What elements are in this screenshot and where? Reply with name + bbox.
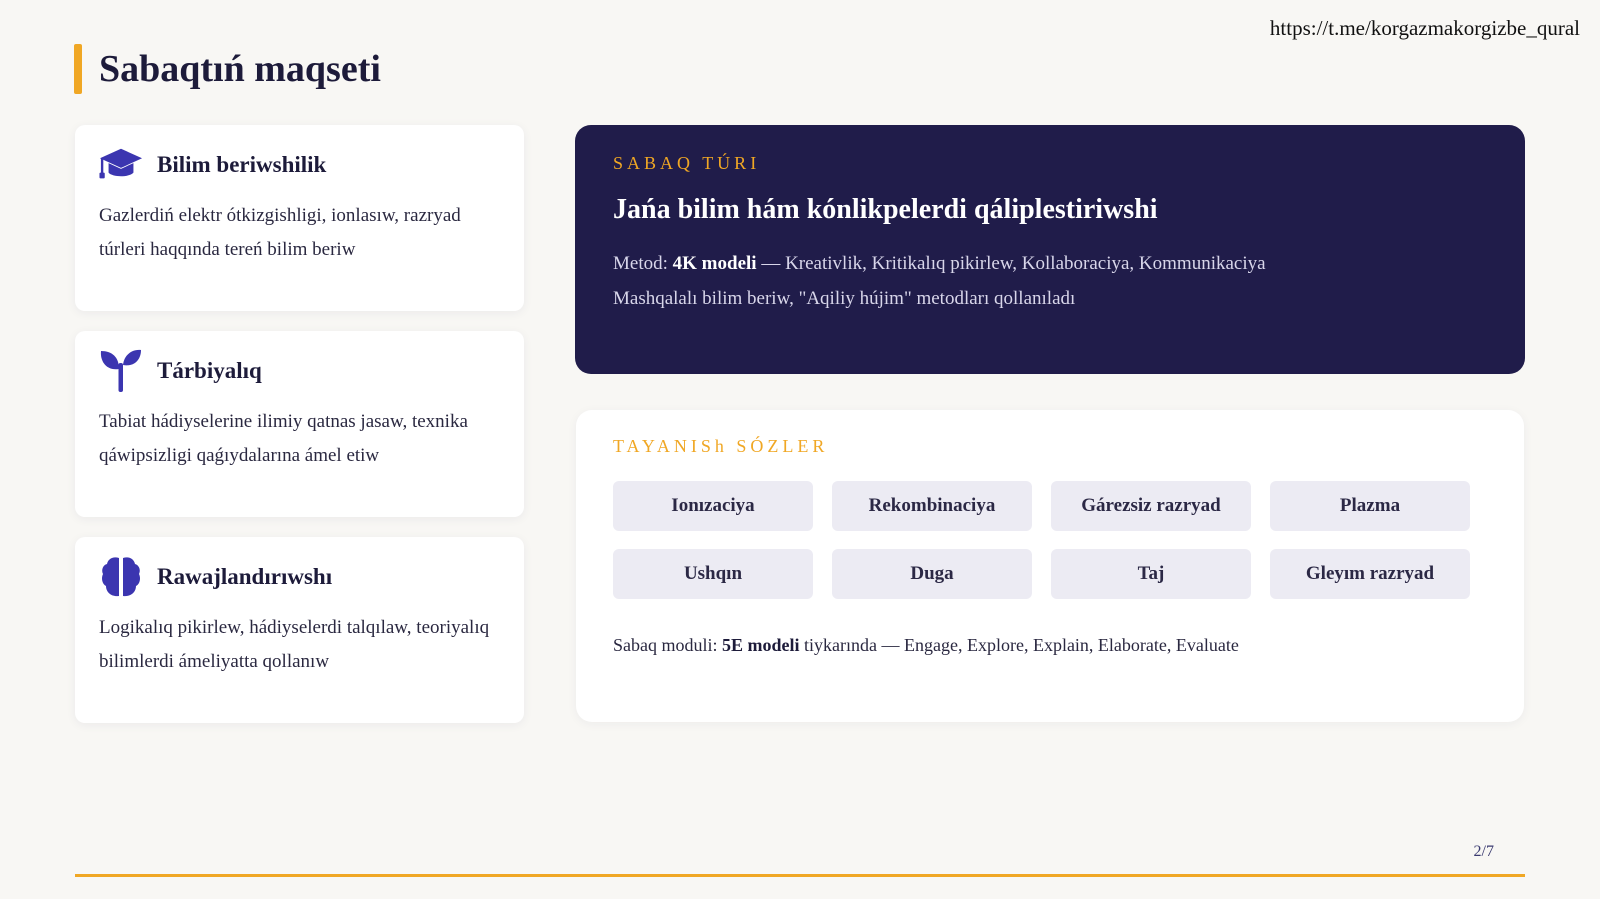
keyword-chip: Rekombinaciya [832,481,1032,531]
keyword-chip: Gleyım razryad [1270,549,1470,599]
keyword-chip: Gárezsiz razryad [1051,481,1251,531]
lesson-type-label: SABAQ TÚRI [613,153,761,173]
keyword-chip: Plazma [1270,481,1470,531]
graduation-cap-icon [99,143,143,187]
card-title: Bilim beriwshilik [157,152,327,177]
sprout-icon [99,349,143,393]
source-url: https://t.me/korgazmakorgizbe_qural [1269,16,1580,40]
keyword-chip: Ushqın [613,549,813,599]
keyword-chip: Ionızaciya [613,481,813,531]
goal-card-educational: Bilim beriwshilik Gazlerdiń elektr ótkiz… [75,125,524,311]
title-accent-bar [74,44,82,94]
page-title: Sabaqtıń maqseti [99,48,381,90]
keyword-chip: Duga [832,549,1032,599]
method-line: Metod: 4K modeli — Kreativlik, Kritikalı… [613,253,1266,274]
card-title: Tárbiyalıq [157,358,262,383]
goal-card-upbringing: Tárbiyalıq Tabiat hádiyselerine ilimiy q… [75,331,524,517]
keywords-label: TAYANISh SÓZLER [613,436,829,456]
approach-line: Mashqalalı bilim beriw, "Aqiliy hújim" m… [613,288,1076,309]
footer-accent-line [75,874,1525,877]
keywords-panel: TAYANISh SÓZLER Ionızaciya Rekombinaciya… [576,410,1524,722]
brain-icon [99,555,143,599]
lesson-type-panel: SABAQ TÚRI Jańa bilim hám kónlikpelerdi … [575,125,1525,374]
module-note: Sabaq moduli: 5E modeli tiykarında — Eng… [613,635,1239,655]
keyword-chip: Taj [1051,549,1251,599]
goal-card-developmental: Rawajlandırıwshı Logikalıq pikirlew, hád… [75,537,524,723]
title-block: Sabaqtıń maqseti [74,44,381,94]
page-number: 2/7 [1473,843,1494,860]
lesson-type-title: Jańa bilim hám kónlikpelerdi qáliplestir… [613,194,1158,225]
card-description: Tabiat hádiyselerine ilimiy qatnas jasaw… [99,411,468,466]
keywords-grid: Ionızaciya Rekombinaciya Gárezsiz razrya… [613,481,1487,599]
card-description: Logikalıq pikirlew, hádiyselerdi talqıla… [99,617,490,672]
card-title: Rawajlandırıwshı [157,564,333,589]
card-description: Gazlerdiń elektr ótkizgishligi, ionlasıw… [99,205,461,260]
